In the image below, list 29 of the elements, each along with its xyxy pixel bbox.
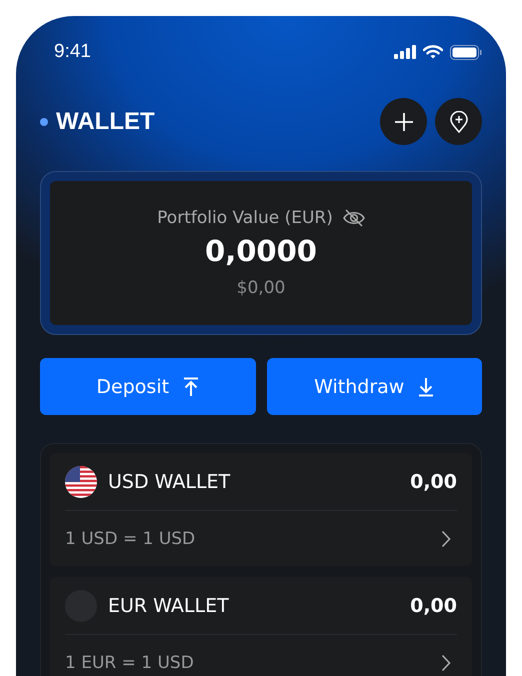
eye-off-icon[interactable] [342, 209, 365, 227]
bullet-icon [40, 118, 48, 126]
location-plus-icon [450, 110, 468, 132]
wallet-balance: 0,00 [410, 470, 457, 492]
battery-icon [450, 44, 482, 60]
portfolio-usd-value: $0,00 [236, 278, 286, 298]
status-time: 9:41 [54, 41, 91, 63]
download-icon [418, 376, 434, 396]
deposit-button[interactable]: Deposit [40, 358, 256, 415]
chevron-right-icon [441, 530, 451, 548]
wallet-name: EUR WALLET [108, 594, 230, 616]
wallet-balance: 0,00 [410, 594, 457, 616]
exchange-rate: 1 USD = 1 USD [65, 528, 196, 548]
upload-icon [183, 376, 200, 396]
exchange-rate: 1 EUR = 1 USD [65, 652, 194, 672]
wallet-card[interactable]: USD WALLET 0,00 1 USD = 1 USD [50, 453, 472, 566]
add-location-button[interactable] [435, 98, 482, 145]
chevron-right-icon [441, 654, 451, 672]
plus-icon [394, 112, 414, 132]
signal-icon [394, 45, 416, 59]
portfolio-label: Portfolio Value (EUR) [157, 208, 333, 228]
wifi-icon [423, 45, 443, 59]
wallet-card[interactable]: EUR WALLET 0,00 1 EUR = 1 USD [50, 577, 472, 676]
wallet-name: USD WALLET [108, 470, 232, 492]
page-title: WALLET [56, 108, 155, 136]
portfolio-value: 0,0000 [205, 234, 317, 268]
add-button[interactable] [380, 98, 427, 145]
withdraw-button[interactable]: Withdraw [266, 358, 482, 415]
us-flag-icon [65, 466, 97, 498]
